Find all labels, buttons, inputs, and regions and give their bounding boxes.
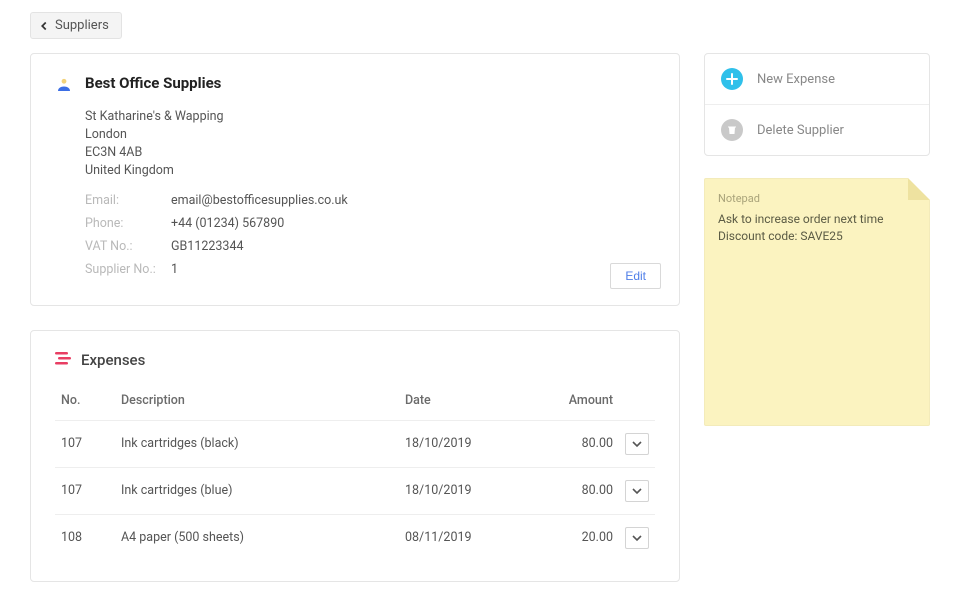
th-desc: Description [115,385,399,421]
td-desc: Ink cartridges (black) [115,420,399,467]
actions-panel: New Expense Delete Supplier [704,53,930,156]
supplier-card: Best Office Supplies St Katharine's & Wa… [30,53,680,306]
supplier-phone: +44 (01234) 567890 [171,216,284,231]
new-expense-button[interactable]: New Expense [705,54,929,104]
supplier-vat: GB11223344 [171,239,244,254]
td-date: 18/10/2019 [399,467,539,514]
td-date: 08/11/2019 [399,514,539,561]
td-desc: A4 paper (500 sheets) [115,514,399,561]
expenses-title: Expenses [81,351,145,369]
th-amount: Amount [539,385,619,421]
row-action-button[interactable] [625,480,649,502]
supplier-number: 1 [171,262,178,277]
addr-line: EC3N 4AB [85,144,655,162]
trash-icon [721,119,743,141]
expenses-card: Expenses No. Description Date Amount [30,330,680,582]
back-label: Suppliers [55,18,109,33]
page-fold-icon [908,178,930,200]
row-action-button[interactable] [625,527,649,549]
td-amount: 80.00 [539,420,619,467]
table-row: 108 A4 paper (500 sheets) 08/11/2019 20.… [55,514,655,561]
back-button[interactable]: Suppliers [30,12,122,39]
delete-supplier-label: Delete Supplier [757,123,844,138]
td-desc: Ink cartridges (blue) [115,467,399,514]
supplier-email: email@bestofficesupplies.co.uk [171,193,348,208]
th-date: Date [399,385,539,421]
caret-down-icon [632,533,642,543]
row-action-button[interactable] [625,433,649,455]
expenses-icon [55,351,71,369]
td-amount: 20.00 [539,514,619,561]
notepad-text: Ask to increase order next time Discount… [718,211,916,245]
supplier-name: Best Office Supplies [85,74,221,92]
notepad[interactable]: Notepad Ask to increase order next time … [704,178,930,426]
addr-line: London [85,126,655,144]
table-row: 107 Ink cartridges (black) 18/10/2019 80… [55,420,655,467]
caret-down-icon [632,486,642,496]
meta-label-vat: VAT No.: [85,239,171,254]
notepad-title: Notepad [718,192,916,205]
new-expense-label: New Expense [757,72,835,87]
meta-label-phone: Phone: [85,216,171,231]
meta-label-supplier-no: Supplier No.: [85,262,171,277]
addr-line: United Kingdom [85,162,655,180]
th-no: No. [55,385,115,421]
td-date: 18/10/2019 [399,420,539,467]
td-no: 108 [55,514,115,561]
edit-button[interactable]: Edit [610,263,661,289]
delete-supplier-button[interactable]: Delete Supplier [705,104,929,155]
table-row: 107 Ink cartridges (blue) 18/10/2019 80.… [55,467,655,514]
expenses-title-row: Expenses [55,351,655,369]
supplier-address: St Katharine's & Wapping London EC3N 4AB… [85,108,655,181]
addr-line: St Katharine's & Wapping [85,108,655,126]
meta-label-email: Email: [85,193,171,208]
plus-icon [721,68,743,90]
person-icon [55,76,73,98]
td-no: 107 [55,467,115,514]
caret-down-icon [632,439,642,449]
chevron-left-icon [37,19,51,33]
expenses-table: No. Description Date Amount 107 Ink cart… [55,385,655,561]
td-no: 107 [55,420,115,467]
td-amount: 80.00 [539,467,619,514]
